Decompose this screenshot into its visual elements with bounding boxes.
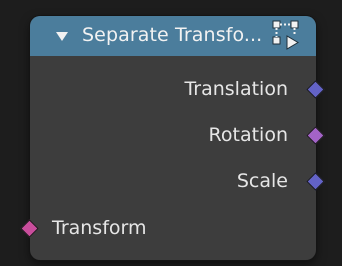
node-header[interactable]: Separate Transfo... <box>30 16 316 56</box>
node-title: Separate Transfo... <box>82 24 263 46</box>
output-label-translation: Translation <box>184 78 288 100</box>
output-label-rotation: Rotation <box>208 124 288 146</box>
separate-transform-node[interactable]: Separate Transfo... Translation Rotation… <box>30 16 316 260</box>
input-label-transform: Transform <box>52 217 147 239</box>
triangle-down-icon[interactable] <box>54 26 70 46</box>
output-label-scale: Scale <box>236 170 288 192</box>
node-group-icon[interactable] <box>270 18 304 52</box>
